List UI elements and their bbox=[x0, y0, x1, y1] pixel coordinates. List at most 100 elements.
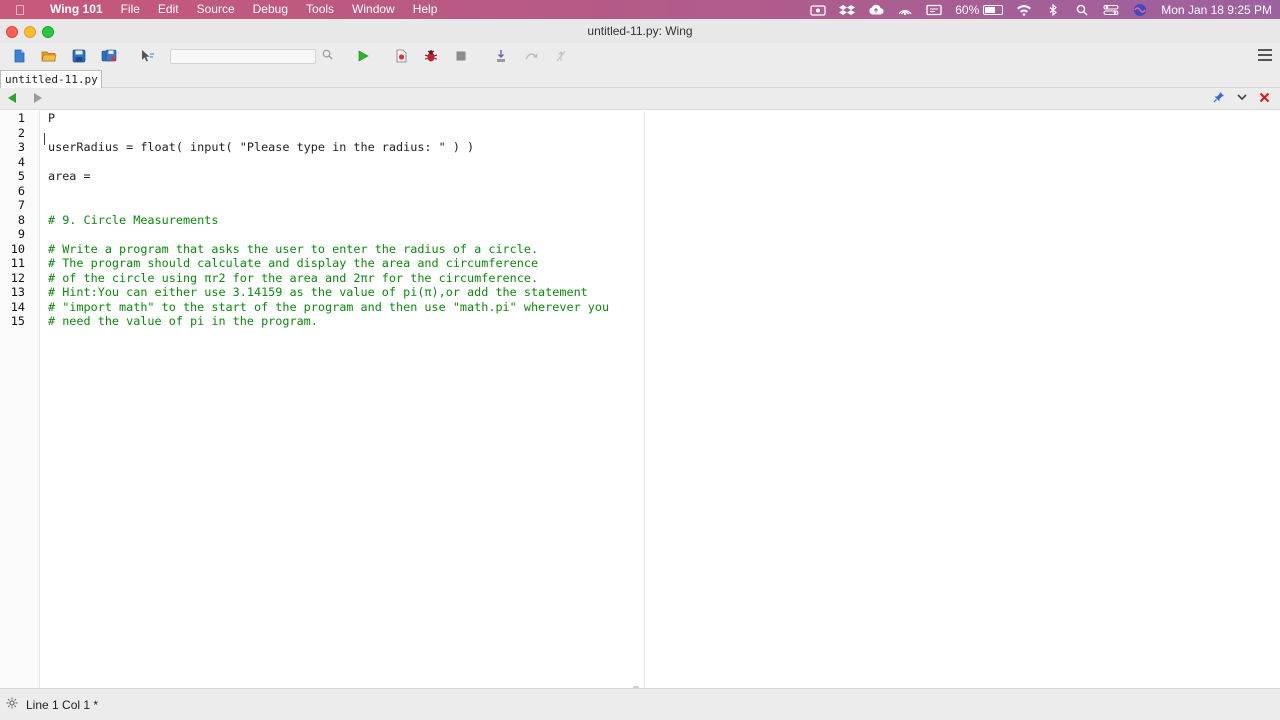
screen-record-icon[interactable] bbox=[810, 4, 826, 16]
line-number: 3 bbox=[17, 140, 25, 154]
stop-icon[interactable] bbox=[450, 46, 472, 66]
menu-app-name[interactable]: Wing 101 bbox=[40, 0, 112, 19]
window-minimize-button[interactable] bbox=[24, 26, 36, 38]
select-pointer-icon[interactable] bbox=[136, 46, 158, 66]
code-comment: # Write a program that asks the user to … bbox=[48, 241, 539, 256]
code-text: userRadius = float( input( "Please type … bbox=[48, 140, 475, 154]
new-file-icon[interactable] bbox=[8, 46, 30, 66]
line-number: 1 bbox=[17, 111, 25, 125]
menu-help[interactable]: Help bbox=[404, 0, 447, 19]
wifi-icon[interactable] bbox=[1016, 4, 1032, 16]
tab-untitled-file[interactable]: untitled-11.py bbox=[0, 70, 102, 88]
bluetooth-icon[interactable] bbox=[1045, 3, 1061, 16]
code-line[interactable]: 5 area = bbox=[0, 169, 1280, 184]
step-over-icon[interactable] bbox=[520, 46, 542, 66]
code-comment: # "import math" to the start of the prog… bbox=[48, 299, 610, 314]
save-all-icon[interactable] bbox=[98, 46, 120, 66]
code-line[interactable]: 15 # need the value of pi in the program. bbox=[0, 314, 1280, 329]
siri-icon[interactable] bbox=[1132, 3, 1148, 16]
run-icon[interactable] bbox=[352, 46, 374, 66]
code-line[interactable]: 10 # Write a program that asks the user t… bbox=[0, 242, 1280, 257]
code-comment: # need the value of pi in the program. bbox=[48, 314, 318, 328]
line-number: 9 bbox=[17, 227, 25, 241]
menu-window[interactable]: Window bbox=[343, 0, 404, 19]
code-line[interactable]: 2 bbox=[0, 126, 1280, 141]
code-line[interactable]: 1P bbox=[0, 111, 1280, 126]
open-folder-icon[interactable] bbox=[38, 46, 60, 66]
code-line[interactable]: 14 # "import math" to the start of the pr… bbox=[0, 300, 1280, 315]
menu-source[interactable]: Source bbox=[188, 0, 244, 19]
code-line[interactable]: 6 bbox=[0, 184, 1280, 199]
battery-indicator[interactable]: 60% bbox=[955, 2, 1004, 17]
line-number: 6 bbox=[17, 183, 25, 198]
menubar-datetime[interactable]: Mon Jan 18 9:25 PM bbox=[1161, 3, 1272, 17]
menu-file[interactable]: File bbox=[112, 0, 149, 19]
apple-icon[interactable]:  bbox=[0, 2, 40, 18]
battery-percent: 60% bbox=[955, 2, 980, 17]
step-into-icon[interactable] bbox=[490, 46, 512, 66]
gear-icon[interactable] bbox=[6, 697, 20, 712]
code-line[interactable]: 13 # Hint:You can either use 3.14159 as t… bbox=[0, 285, 1280, 300]
airdrop-icon[interactable] bbox=[897, 4, 913, 16]
line-number: 13 bbox=[10, 285, 25, 299]
menu-edit[interactable]: Edit bbox=[149, 0, 188, 19]
line-number: 10 bbox=[10, 241, 25, 256]
display-icon[interactable] bbox=[926, 4, 942, 16]
menu-debug[interactable]: Debug bbox=[244, 0, 297, 19]
line-number: 2 bbox=[17, 125, 25, 140]
menubar-status-area: 60% Mon Jan 18 9:25 PM bbox=[810, 0, 1272, 19]
step-out-icon[interactable] bbox=[550, 46, 572, 66]
debug-bug-icon[interactable] bbox=[420, 46, 442, 66]
code-comment: # 9. Circle Measurements bbox=[48, 212, 219, 227]
code-line[interactable]: 11 # The program should calculate and dis… bbox=[0, 256, 1280, 271]
search-icon[interactable] bbox=[320, 49, 334, 63]
menu-icon[interactable] bbox=[1258, 49, 1272, 61]
code-text: area = bbox=[48, 169, 91, 183]
line-number: 12 bbox=[10, 270, 25, 285]
menu-tools[interactable]: Tools bbox=[297, 0, 343, 19]
macos-menu-bar:  Wing 101 File Edit Source Debug Tools … bbox=[0, 0, 1280, 19]
code-line[interactable]: 8 # 9. Circle Measurements bbox=[0, 213, 1280, 228]
status-bar: Line 1 Col 1 * bbox=[0, 688, 1280, 720]
code-line[interactable]: 9 bbox=[0, 227, 1280, 242]
line-number: 4 bbox=[17, 154, 25, 169]
toolbar-search-input[interactable] bbox=[170, 48, 316, 64]
code-editor[interactable]: 1 P 2 3 userRadius = float( input( "Please t… bbox=[0, 111, 1280, 688]
breakpoint-icon[interactable] bbox=[390, 46, 412, 66]
battery-level-fill bbox=[985, 6, 995, 13]
window-title-bar: untitled-11.py: Wing bbox=[0, 19, 1280, 43]
editor-tab-bar: untitled-11.py bbox=[0, 69, 1280, 88]
window-zoom-button[interactable] bbox=[42, 26, 54, 38]
close-editor-icon[interactable] bbox=[1259, 91, 1270, 106]
dropbox-icon[interactable] bbox=[839, 4, 856, 16]
code-comment: # The program should calculate and displ… bbox=[48, 256, 539, 270]
main-toolbar bbox=[0, 43, 1280, 69]
cursor-position-status: Line 1 Col 1 * bbox=[26, 697, 99, 712]
editor-options bbox=[1213, 91, 1270, 106]
line-number: 15 bbox=[10, 314, 25, 328]
chevron-down-icon[interactable] bbox=[1237, 93, 1247, 104]
line-number: 5 bbox=[17, 169, 25, 183]
forward-arrow-icon[interactable] bbox=[34, 93, 42, 103]
line-number: 7 bbox=[17, 198, 25, 212]
battery-icon bbox=[983, 4, 1004, 15]
code-comment: # of the circle using πr2 for the area a… bbox=[48, 270, 539, 285]
pin-icon[interactable] bbox=[1213, 91, 1225, 106]
line-number: 11 bbox=[10, 256, 25, 270]
code-line[interactable]: 7 bbox=[0, 198, 1280, 213]
code-comment: # Hint:You can either use 3.14159 as the… bbox=[48, 285, 588, 299]
spotlight-search-icon[interactable] bbox=[1074, 4, 1090, 16]
code-line[interactable]: 3 userRadius = float( input( "Please type… bbox=[0, 140, 1280, 155]
window-controls bbox=[6, 26, 54, 38]
editor-nav-row bbox=[0, 88, 1280, 110]
control-center-icon[interactable] bbox=[1103, 4, 1119, 16]
code-text: P bbox=[48, 111, 56, 125]
code-line[interactable]: 4 bbox=[0, 155, 1280, 170]
text-cursor bbox=[44, 133, 49, 145]
save-icon[interactable] bbox=[68, 46, 90, 66]
code-line[interactable]: 12 # of the circle using πr2 for the area… bbox=[0, 271, 1280, 286]
cloud-upload-icon[interactable] bbox=[868, 4, 884, 16]
back-arrow-icon[interactable] bbox=[8, 93, 16, 103]
window-close-button[interactable] bbox=[6, 26, 18, 38]
window-title: untitled-11.py: Wing bbox=[587, 24, 693, 38]
